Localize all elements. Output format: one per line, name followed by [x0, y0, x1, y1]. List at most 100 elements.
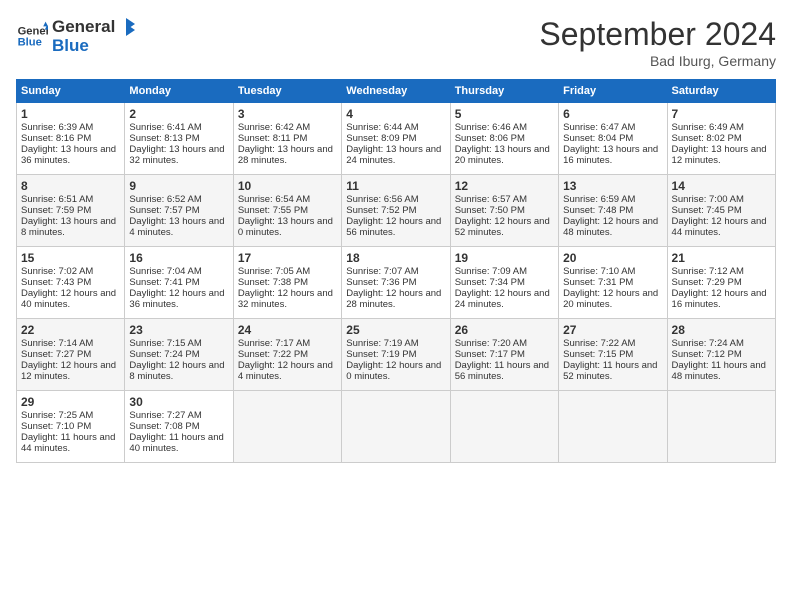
sunrise: Sunrise: 7:19 AM [346, 338, 418, 349]
daylight: Daylight: 11 hours and 40 minutes. [129, 432, 223, 454]
sunrise: Sunrise: 6:52 AM [129, 194, 201, 205]
sunrise: Sunrise: 7:07 AM [346, 266, 418, 277]
sunset: Sunset: 7:24 PM [129, 349, 199, 360]
daylight: Daylight: 12 hours and 12 minutes. [21, 360, 116, 382]
logo-general: General [52, 17, 115, 37]
sunset: Sunset: 8:02 PM [672, 133, 742, 144]
col-wednesday: Wednesday [342, 80, 450, 103]
sunrise: Sunrise: 6:46 AM [455, 122, 527, 133]
calendar-page: General Blue General Blue September 2024… [0, 0, 792, 612]
calendar-cell: 2Sunrise: 6:41 AMSunset: 8:13 PMDaylight… [125, 103, 233, 175]
daylight: Daylight: 12 hours and 40 minutes. [21, 288, 116, 310]
day-number: 13 [563, 179, 662, 193]
day-number: 1 [21, 107, 120, 121]
daylight: Daylight: 12 hours and 28 minutes. [346, 288, 441, 310]
calendar-cell: 9Sunrise: 6:52 AMSunset: 7:57 PMDaylight… [125, 175, 233, 247]
sunrise: Sunrise: 6:42 AM [238, 122, 310, 133]
sunrise: Sunrise: 7:25 AM [21, 410, 93, 421]
day-number: 5 [455, 107, 554, 121]
sunset: Sunset: 7:50 PM [455, 205, 525, 216]
calendar-cell [342, 391, 450, 463]
calendar-cell: 12Sunrise: 6:57 AMSunset: 7:50 PMDayligh… [450, 175, 558, 247]
day-number: 29 [21, 395, 120, 409]
day-number: 15 [21, 251, 120, 265]
logo-blue: Blue [52, 36, 137, 56]
daylight: Daylight: 12 hours and 0 minutes. [346, 360, 441, 382]
day-number: 7 [672, 107, 771, 121]
sunrise: Sunrise: 7:27 AM [129, 410, 201, 421]
col-thursday: Thursday [450, 80, 558, 103]
calendar-cell: 6Sunrise: 6:47 AMSunset: 8:04 PMDaylight… [559, 103, 667, 175]
sunrise: Sunrise: 7:14 AM [21, 338, 93, 349]
calendar-cell: 15Sunrise: 7:02 AMSunset: 7:43 PMDayligh… [17, 247, 125, 319]
sunset: Sunset: 7:31 PM [563, 277, 633, 288]
col-sunday: Sunday [17, 80, 125, 103]
day-number: 6 [563, 107, 662, 121]
col-friday: Friday [559, 80, 667, 103]
calendar-cell: 4Sunrise: 6:44 AMSunset: 8:09 PMDaylight… [342, 103, 450, 175]
header-row: Sunday Monday Tuesday Wednesday Thursday… [17, 80, 776, 103]
calendar-cell: 3Sunrise: 6:42 AMSunset: 8:11 PMDaylight… [233, 103, 341, 175]
calendar-cell: 8Sunrise: 6:51 AMSunset: 7:59 PMDaylight… [17, 175, 125, 247]
day-number: 19 [455, 251, 554, 265]
daylight: Daylight: 13 hours and 24 minutes. [346, 144, 441, 166]
sunset: Sunset: 7:52 PM [346, 205, 416, 216]
daylight: Daylight: 13 hours and 8 minutes. [21, 216, 116, 238]
sunrise: Sunrise: 6:56 AM [346, 194, 418, 205]
sunrise: Sunrise: 6:47 AM [563, 122, 635, 133]
daylight: Daylight: 12 hours and 4 minutes. [238, 360, 333, 382]
sunrise: Sunrise: 6:41 AM [129, 122, 201, 133]
sunrise: Sunrise: 7:04 AM [129, 266, 201, 277]
calendar-cell: 16Sunrise: 7:04 AMSunset: 7:41 PMDayligh… [125, 247, 233, 319]
daylight: Daylight: 13 hours and 28 minutes. [238, 144, 333, 166]
header: General Blue General Blue September 2024… [16, 16, 776, 69]
day-number: 28 [672, 323, 771, 337]
calendar-table: Sunday Monday Tuesday Wednesday Thursday… [16, 79, 776, 463]
daylight: Daylight: 12 hours and 24 minutes. [455, 288, 550, 310]
sunset: Sunset: 7:38 PM [238, 277, 308, 288]
sunset: Sunset: 7:29 PM [672, 277, 742, 288]
sunset: Sunset: 7:55 PM [238, 205, 308, 216]
calendar-cell: 5Sunrise: 6:46 AMSunset: 8:06 PMDaylight… [450, 103, 558, 175]
day-number: 14 [672, 179, 771, 193]
day-number: 27 [563, 323, 662, 337]
sunrise: Sunrise: 6:44 AM [346, 122, 418, 133]
daylight: Daylight: 12 hours and 44 minutes. [672, 216, 767, 238]
sunset: Sunset: 8:13 PM [129, 133, 199, 144]
sunset: Sunset: 7:43 PM [21, 277, 91, 288]
sunset: Sunset: 7:19 PM [346, 349, 416, 360]
svg-text:General: General [18, 25, 48, 37]
sunrise: Sunrise: 7:24 AM [672, 338, 744, 349]
calendar-week-row: 15Sunrise: 7:02 AMSunset: 7:43 PMDayligh… [17, 247, 776, 319]
day-number: 3 [238, 107, 337, 121]
day-number: 10 [238, 179, 337, 193]
sunset: Sunset: 7:34 PM [455, 277, 525, 288]
sunset: Sunset: 7:36 PM [346, 277, 416, 288]
sunrise: Sunrise: 6:51 AM [21, 194, 93, 205]
sunrise: Sunrise: 6:59 AM [563, 194, 635, 205]
calendar-cell: 7Sunrise: 6:49 AMSunset: 8:02 PMDaylight… [667, 103, 775, 175]
calendar-cell: 22Sunrise: 7:14 AMSunset: 7:27 PMDayligh… [17, 319, 125, 391]
sunset: Sunset: 7:17 PM [455, 349, 525, 360]
daylight: Daylight: 11 hours and 48 minutes. [672, 360, 766, 382]
sunset: Sunset: 7:08 PM [129, 421, 199, 432]
sunset: Sunset: 8:11 PM [238, 133, 308, 144]
sunrise: Sunrise: 6:57 AM [455, 194, 527, 205]
logo: General Blue General Blue [16, 16, 137, 56]
day-number: 30 [129, 395, 228, 409]
daylight: Daylight: 12 hours and 56 minutes. [346, 216, 441, 238]
day-number: 12 [455, 179, 554, 193]
daylight: Daylight: 12 hours and 32 minutes. [238, 288, 333, 310]
sunrise: Sunrise: 7:12 AM [672, 266, 744, 277]
day-number: 8 [21, 179, 120, 193]
logo-flag [117, 16, 135, 38]
calendar-cell: 25Sunrise: 7:19 AMSunset: 7:19 PMDayligh… [342, 319, 450, 391]
day-number: 9 [129, 179, 228, 193]
calendar-cell: 28Sunrise: 7:24 AMSunset: 7:12 PMDayligh… [667, 319, 775, 391]
location: Bad Iburg, Germany [539, 53, 776, 69]
day-number: 24 [238, 323, 337, 337]
day-number: 4 [346, 107, 445, 121]
sunset: Sunset: 7:48 PM [563, 205, 633, 216]
sunrise: Sunrise: 6:49 AM [672, 122, 744, 133]
sunset: Sunset: 7:41 PM [129, 277, 199, 288]
